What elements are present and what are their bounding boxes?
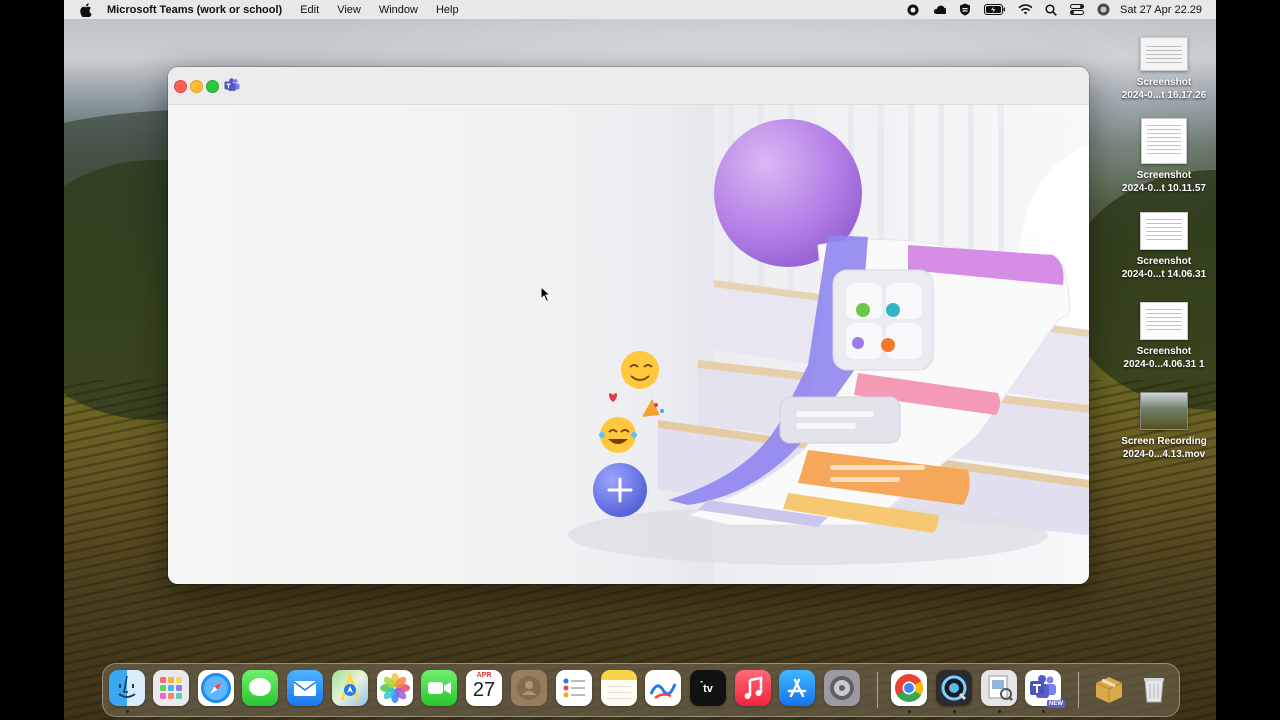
mouse-pointer-icon xyxy=(540,286,552,303)
file-name-line1: Screenshot xyxy=(1136,256,1192,267)
dock-running-indicator xyxy=(953,710,956,713)
control-center-icon[interactable] xyxy=(1070,4,1085,16)
calendar-day-label: 27 xyxy=(472,679,496,701)
video-thumbnail xyxy=(1140,392,1188,430)
file-name-line1: Screenshot xyxy=(1136,346,1192,357)
file-name-line1: Screenshot xyxy=(1136,170,1192,181)
calendar-month-label: APR xyxy=(476,672,492,679)
dock-running-indicator xyxy=(998,710,1001,713)
screen-record-icon[interactable] xyxy=(906,4,920,16)
teams-icon xyxy=(224,78,240,91)
window-titlebar[interactable] xyxy=(168,67,1089,105)
dock-notes-icon[interactable] xyxy=(601,670,637,706)
teams-splash-content xyxy=(168,105,1089,584)
dock-quicktime-icon[interactable] xyxy=(936,670,972,706)
menubar-clock[interactable]: Sat 27 Apr 22.29 xyxy=(1116,4,1202,16)
file-name-line2: 2024-0...4.13.mov xyxy=(1122,449,1206,460)
dock-running-indicator xyxy=(908,710,911,713)
menu-bar: Microsoft Teams (work or school) Edit Vi… xyxy=(64,0,1216,19)
desktop-file-screenshot-3[interactable]: Screenshot 2024-0...t 14.06.31 xyxy=(1114,212,1214,281)
file-name-line2: 2024-0...4.06.31 1 xyxy=(1123,359,1205,370)
dock-preview-icon[interactable] xyxy=(981,670,1017,706)
file-name-line1: Screen Recording xyxy=(1121,436,1207,447)
dock-archive-utility-icon[interactable] xyxy=(1091,670,1127,706)
file-name-line2: 2024-0...t 10.11.57 xyxy=(1122,183,1206,194)
menu-help[interactable]: Help xyxy=(427,4,468,16)
apple-logo-icon[interactable] xyxy=(80,2,92,17)
battery-charging-icon[interactable] xyxy=(984,4,1006,16)
dock-app-store-icon[interactable] xyxy=(779,670,815,706)
dock-running-indicator xyxy=(1042,710,1045,713)
dock-finder-icon[interactable] xyxy=(109,670,145,706)
menu-edit[interactable]: Edit xyxy=(291,4,328,16)
dock-calendar-icon[interactable]: APR 27 xyxy=(466,670,502,706)
file-name-line2: 2024-0...t 14.06.31 xyxy=(1121,269,1207,280)
app-menu-teams[interactable]: Microsoft Teams (work or school) xyxy=(98,4,291,16)
dock-safari-icon[interactable] xyxy=(198,670,234,706)
window-maximize-button[interactable] xyxy=(206,80,219,93)
desktop-file-screenshot-2[interactable]: Screenshot 2024-0...t 10.11.57 xyxy=(1114,118,1214,195)
dock-maps-icon[interactable] xyxy=(332,670,368,706)
screenshot-thumbnail xyxy=(1140,212,1188,250)
dock-mail-icon[interactable] xyxy=(287,670,323,706)
dock-facetime-icon[interactable] xyxy=(421,670,457,706)
dock: APR 27 tv NEW xyxy=(102,663,1180,717)
file-name-line1: Screenshot xyxy=(1136,77,1192,88)
screenshot-thumbnail xyxy=(1141,118,1187,164)
wifi-icon[interactable] xyxy=(1018,4,1033,16)
dock-system-settings-icon[interactable] xyxy=(824,670,860,706)
dock-photos-icon[interactable] xyxy=(377,670,413,706)
dock-music-icon[interactable] xyxy=(735,670,771,706)
dock-freeform-icon[interactable] xyxy=(645,670,681,706)
cloud-icon[interactable] xyxy=(932,4,947,16)
shield-icon[interactable] xyxy=(958,3,972,16)
desktop-file-screenshot-1[interactable]: Screenshot 2024-0...t 16.17.26 xyxy=(1114,37,1214,102)
menu-view[interactable]: View xyxy=(328,4,370,16)
svg-text:tv: tv xyxy=(703,683,714,695)
teams-new-badge: NEW xyxy=(1047,700,1065,708)
splash-illustration xyxy=(568,105,1089,584)
dock-launchpad-icon[interactable] xyxy=(153,670,189,706)
dock-separator xyxy=(1078,672,1079,708)
dock-teams-icon[interactable]: NEW xyxy=(1025,670,1065,708)
teams-window[interactable] xyxy=(168,67,1089,584)
desktop-file-screen-recording[interactable]: Screen Recording 2024-0...4.13.mov xyxy=(1114,392,1214,461)
dock-reminders-icon[interactable] xyxy=(556,670,592,706)
dock-tv-icon[interactable]: tv xyxy=(690,670,726,706)
desktop-file-screenshot-4[interactable]: Screenshot 2024-0...4.06.31 1 xyxy=(1114,302,1214,371)
file-name-line2: 2024-0...t 16.17.26 xyxy=(1121,90,1207,101)
siri-icon[interactable] xyxy=(1096,3,1110,16)
screenshot-thumbnail xyxy=(1140,37,1188,71)
window-close-button[interactable] xyxy=(174,80,187,93)
dock-running-indicator xyxy=(126,710,129,713)
window-minimize-button[interactable] xyxy=(190,80,203,93)
dock-separator xyxy=(877,672,878,708)
dock-trash-icon[interactable] xyxy=(1136,670,1172,706)
menu-window[interactable]: Window xyxy=(370,4,427,16)
dock-messages-icon[interactable] xyxy=(242,670,278,706)
spotlight-search-icon[interactable] xyxy=(1044,3,1058,16)
dock-chrome-icon[interactable] xyxy=(891,670,927,706)
screenshot-thumbnail xyxy=(1140,302,1188,340)
dock-contacts-icon[interactable] xyxy=(511,670,547,706)
